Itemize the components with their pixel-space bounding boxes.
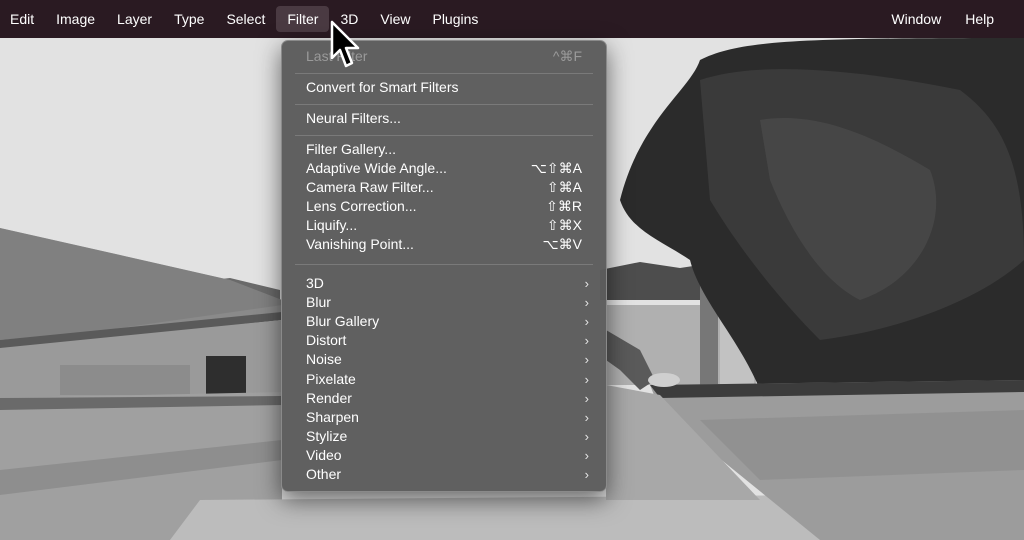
menu-item-filter-gallery[interactable]: Filter Gallery... [282, 140, 606, 159]
menu-item-label: Neural Filters... [306, 110, 401, 126]
menu-item-label: Other [306, 466, 342, 482]
menu-item-label: Convert for Smart Filters [306, 79, 459, 95]
menu-item-label: Blur [306, 294, 331, 310]
menu-item-noise[interactable]: Noise › [282, 350, 606, 369]
menu-edit[interactable]: Edit [0, 6, 45, 32]
menu-item-label: Adaptive Wide Angle... [306, 160, 447, 176]
chevron-right-icon: › [584, 295, 589, 310]
menu-item-distort[interactable]: Distort › [282, 331, 606, 350]
menu-item-shortcut: ⌥⇧⌘A [530, 160, 582, 176]
menu-item-camera-raw-filter[interactable]: Camera Raw Filter... ⇧⌘A [282, 178, 606, 197]
menu-item-label: Camera Raw Filter... [306, 179, 434, 195]
chevron-right-icon: › [584, 467, 589, 482]
menu-filter[interactable]: Filter [276, 6, 330, 32]
filter-menu-dropdown: Last Filter ^⌘F Convert for Smart Filter… [281, 40, 607, 492]
menu-plugins[interactable]: Plugins [421, 6, 489, 32]
menu-item-other[interactable]: Other › [282, 465, 606, 484]
chevron-right-icon: › [584, 276, 589, 291]
menu-item-label: Vanishing Point... [306, 236, 414, 252]
chevron-right-icon: › [584, 372, 589, 387]
menu-item-shortcut: ^⌘F [552, 48, 582, 64]
menu-item-render[interactable]: Render › [282, 389, 606, 408]
menu-item-liquify[interactable]: Liquify... ⇧⌘X [282, 216, 606, 235]
chevron-right-icon: › [584, 314, 589, 329]
menu-item-label: Noise [306, 351, 342, 367]
menu-window[interactable]: Window [880, 6, 952, 32]
menu-bar: Edit Image Layer Type Select Filter 3D V… [0, 0, 1024, 38]
menu-item-label: Lens Correction... [306, 198, 417, 214]
menu-item-label: Filter Gallery... [306, 141, 396, 157]
menu-separator [295, 264, 593, 265]
menu-item-video[interactable]: Video › [282, 446, 606, 465]
menu-image[interactable]: Image [45, 6, 106, 32]
menu-separator [295, 104, 593, 105]
menu-separator [295, 73, 593, 74]
menu-item-3d[interactable]: 3D › [282, 274, 606, 293]
chevron-right-icon: › [584, 391, 589, 406]
menu-item-shortcut: ⌥⌘V [542, 236, 582, 252]
chevron-right-icon: › [584, 352, 589, 367]
menu-item-label: Render [306, 390, 352, 406]
menu-item-shortcut: ⇧⌘R [546, 198, 582, 214]
menu-item-shortcut: ⇧⌘X [546, 217, 582, 233]
menu-item-label: Stylize [306, 428, 348, 444]
menu-item-lens-correction[interactable]: Lens Correction... ⇧⌘R [282, 197, 606, 216]
menu-type[interactable]: Type [163, 6, 215, 32]
chevron-right-icon: › [584, 333, 589, 348]
menu-view[interactable]: View [369, 6, 421, 32]
menu-item-shortcut: ⇧⌘A [546, 179, 582, 195]
menu-item-convert-smart-filters[interactable]: Convert for Smart Filters [282, 78, 606, 97]
chevron-right-icon: › [584, 429, 589, 444]
menu-item-sharpen[interactable]: Sharpen › [282, 408, 606, 427]
menu-item-label: Blur Gallery [306, 313, 380, 329]
menu-item-label: Pixelate [306, 371, 356, 387]
menu-help[interactable]: Help [954, 6, 1005, 32]
menu-item-adaptive-wide-angle[interactable]: Adaptive Wide Angle... ⌥⇧⌘A [282, 159, 606, 178]
menu-item-neural-filters[interactable]: Neural Filters... [282, 109, 606, 128]
menu-item-label: Video [306, 447, 342, 463]
menu-item-label: Liquify... [306, 217, 358, 233]
menu-item-pixelate[interactable]: Pixelate › [282, 370, 606, 389]
menu-item-stylize[interactable]: Stylize › [282, 427, 606, 446]
menu-item-label: 3D [306, 275, 324, 291]
menu-item-label: Distort [306, 332, 347, 348]
menu-select[interactable]: Select [215, 6, 276, 32]
chevron-right-icon: › [584, 448, 589, 463]
chevron-right-icon: › [584, 410, 589, 425]
menu-item-blur-gallery[interactable]: Blur Gallery › [282, 312, 606, 331]
menu-item-vanishing-point[interactable]: Vanishing Point... ⌥⌘V [282, 235, 606, 254]
arrow-cursor-icon [330, 20, 362, 70]
menu-separator [295, 135, 593, 136]
menu-item-label: Sharpen [306, 409, 359, 425]
menu-item-blur[interactable]: Blur › [282, 293, 606, 312]
menu-layer[interactable]: Layer [106, 6, 163, 32]
